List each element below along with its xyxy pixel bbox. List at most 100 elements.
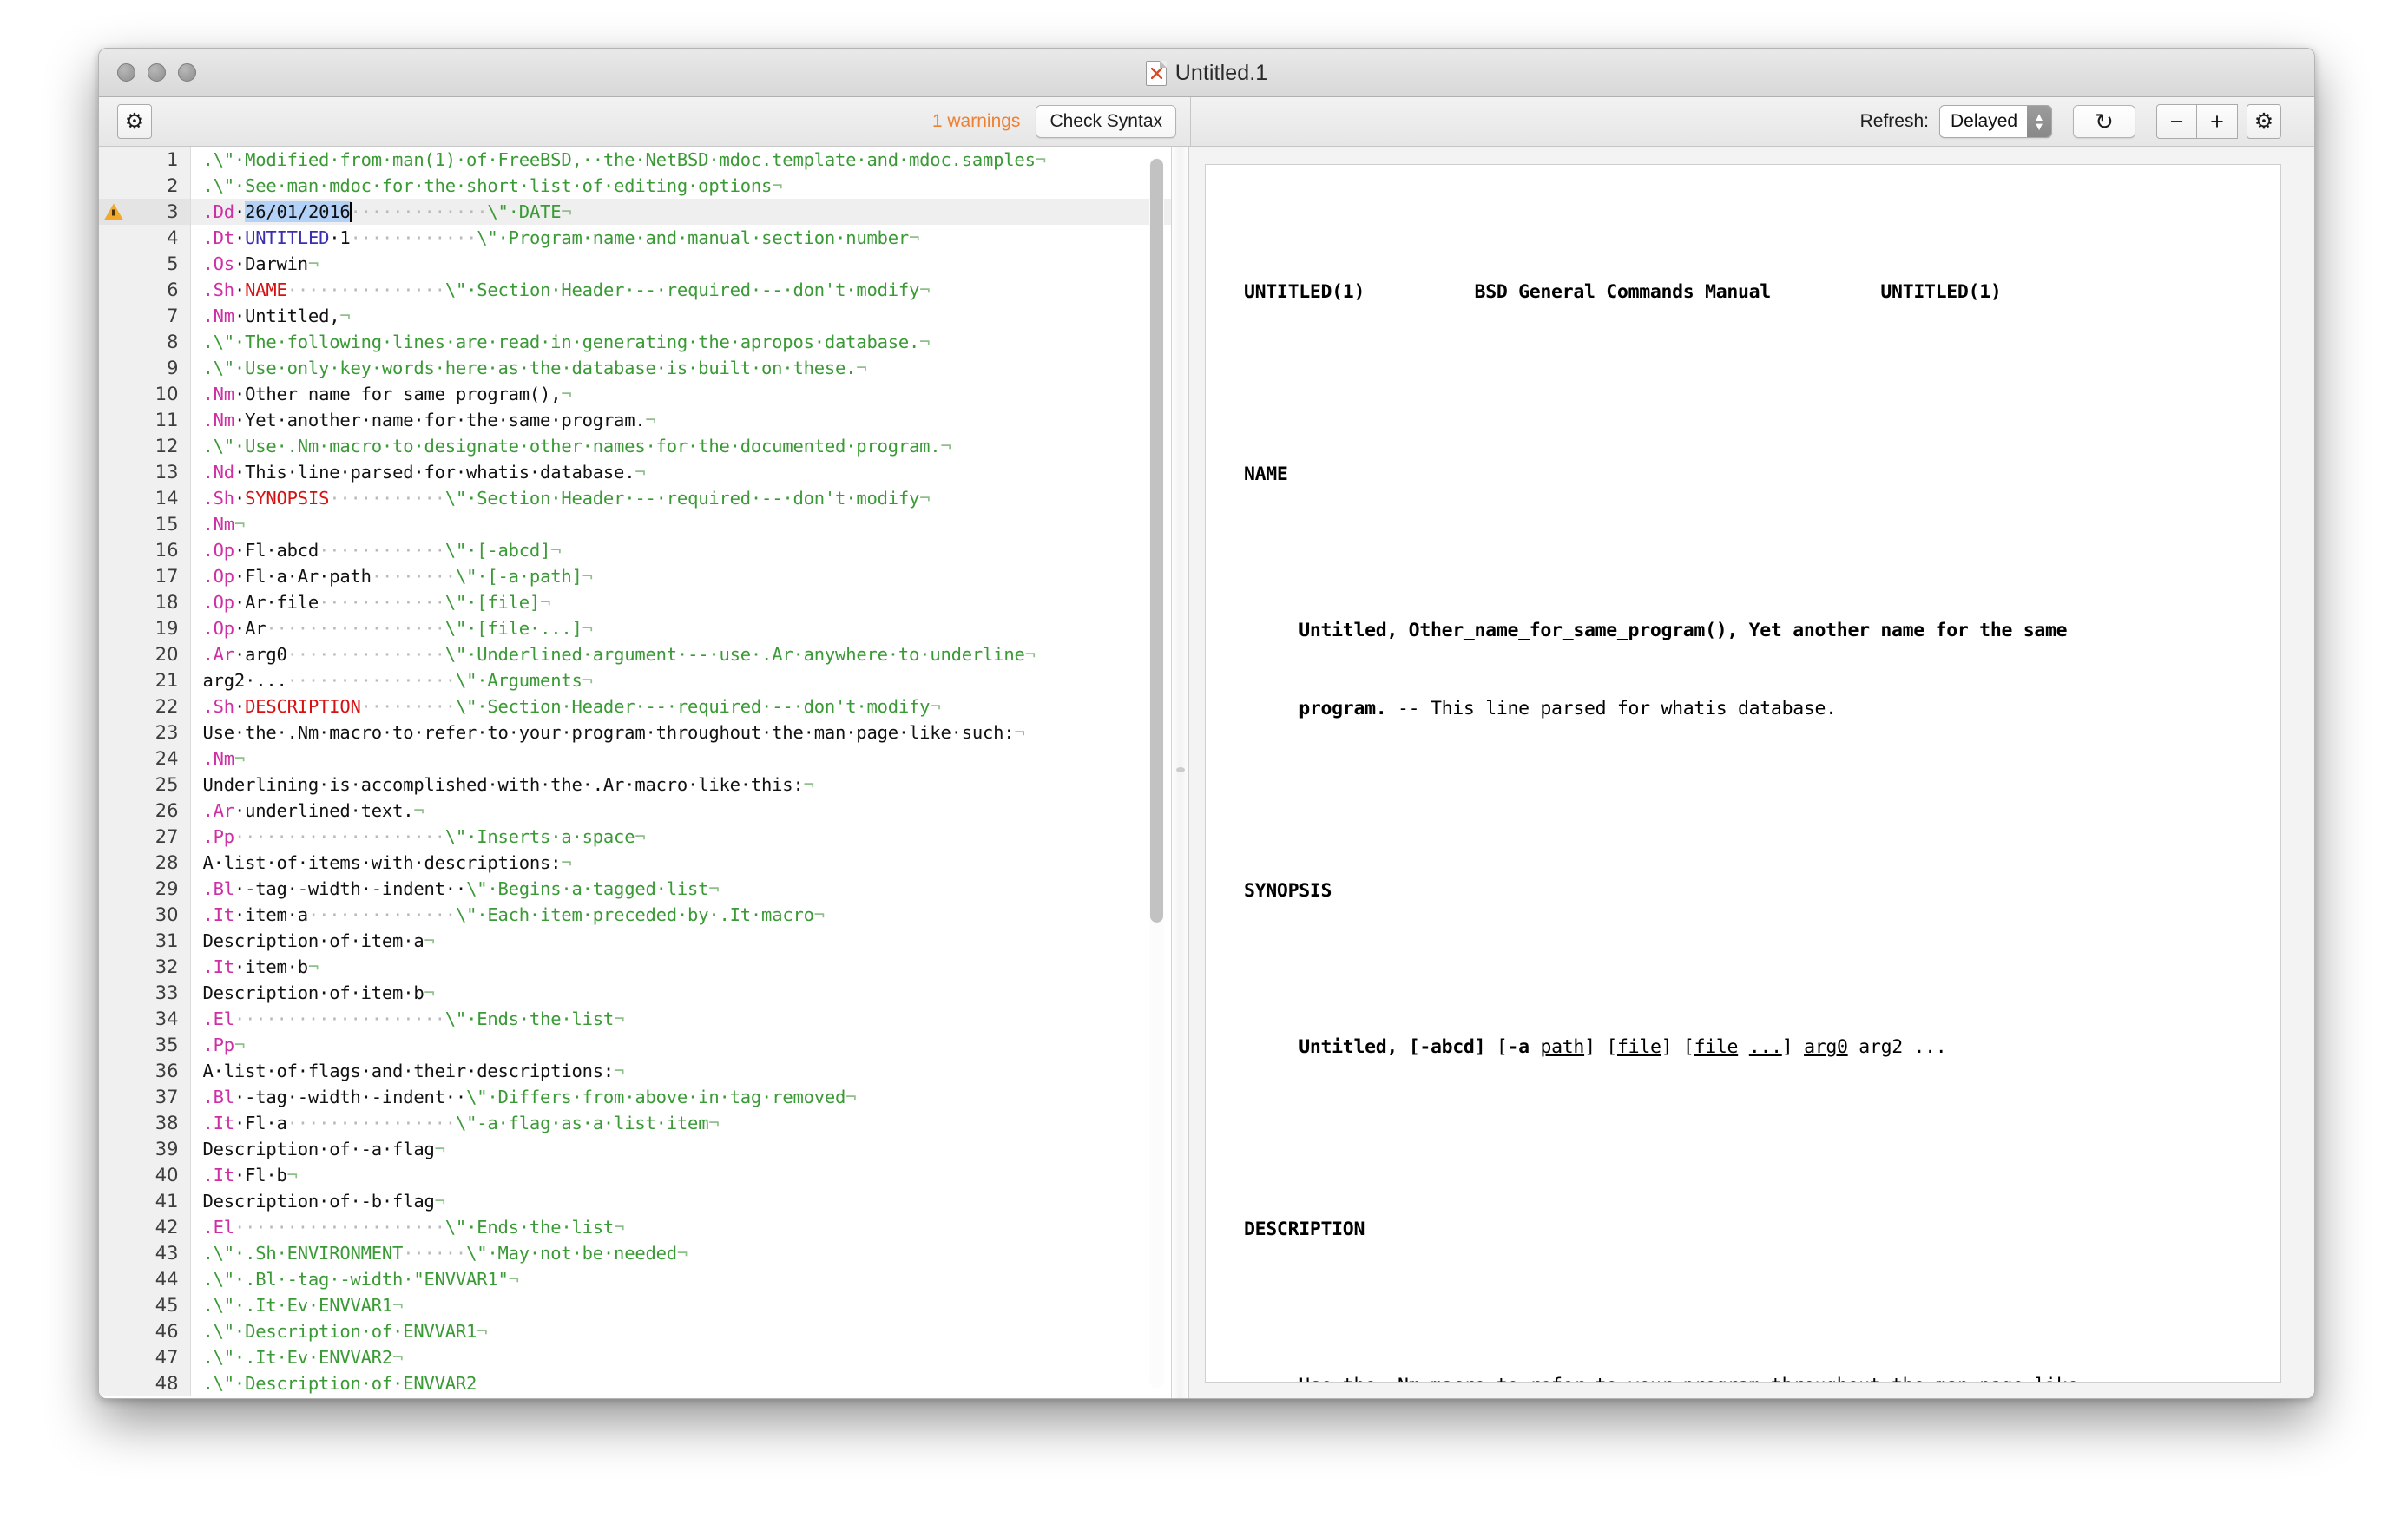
code-line-text[interactable]: .Sh·DESCRIPTION·········\"·Section·Heade… [190,693,1171,719]
code-line-text[interactable]: .Nm¬ [190,746,1171,772]
code-line-row[interactable]: 48.\"·Description·of·ENVVAR2 [99,1370,1171,1396]
code-line-text[interactable]: A·list·of·flags·and·their·descriptions:¬ [190,1058,1171,1084]
zoom-out-button[interactable]: − [2156,104,2197,139]
code-line-text[interactable]: .\"·See·man·mdoc·for·the·short·list·of·e… [190,173,1171,199]
code-line-text[interactable]: Underlining·is·accomplished·with·the·.Ar… [190,772,1171,798]
code-line-row[interactable]: 47.\"·.It·Ev·ENVVAR2¬ [99,1344,1171,1370]
zoom-in-button[interactable]: + [2197,104,2238,139]
code-line-text[interactable]: .Op·Ar·················\"·[file·...]¬ [190,615,1171,641]
code-line-row[interactable]: 30.It·item·a··············\"·Each·item·p… [99,902,1171,928]
code-line-row[interactable]: 24.Nm¬ [99,746,1171,772]
code-line-row[interactable]: 12.\"·Use·.Nm·macro·to·designate·other·n… [99,433,1171,459]
code-line-row[interactable]: 19.Op·Ar·················\"·[file·...]¬ [99,615,1171,641]
warning-icon[interactable] [104,204,123,220]
code-line-row[interactable]: 41Description·of·-b·flag¬ [99,1188,1171,1214]
code-line-row[interactable]: 1.\"·Modified·from·man(1)·of·FreeBSD,··t… [99,147,1171,173]
code-line-text[interactable]: arg2·...················\"·Arguments¬ [190,667,1171,693]
code-line-text[interactable]: Description·of·-a·flag¬ [190,1136,1171,1162]
code-line-text[interactable]: Description·of·item·a¬ [190,928,1171,954]
code-line-row[interactable]: 38.It·Fl·a················\"-a·flag·as·a… [99,1110,1171,1136]
code-line-text[interactable]: .Nm·Yet·another·name·for·the·same·progra… [190,407,1171,433]
code-line-text[interactable]: .Bl·-tag·-width·-indent··\"·Differs·from… [190,1084,1171,1110]
code-line-text[interactable]: .Sh·SYNOPSIS···········\"·Section·Header… [190,485,1171,511]
code-line-row[interactable]: 45.\"·.It·Ev·ENVVAR1¬ [99,1292,1171,1318]
code-line-text[interactable]: Description·of·item·b¬ [190,980,1171,1006]
code-line-text[interactable]: .\"·Use·only·key·words·here·as·the·datab… [190,355,1171,381]
code-line-row[interactable]: 27.Pp····················\"·Inserts·a·sp… [99,824,1171,850]
code-line-row[interactable]: 18.Op·Ar·file············\"·[file]¬ [99,589,1171,615]
code-line-row[interactable]: 39Description·of·-a·flag¬ [99,1136,1171,1162]
code-line-row[interactable]: 29.Bl·-tag·-width·-indent··\"·Begins·a·t… [99,876,1171,902]
code-line-row[interactable]: 15.Nm¬ [99,511,1171,537]
code-line-row[interactable]: 3.Dd·26/01/2016·············\"·DATE¬ [99,199,1171,225]
code-line-row[interactable]: 20.Ar·arg0···············\"·Underlined·a… [99,641,1171,667]
code-line-text[interactable]: .Ar·arg0···············\"·Underlined·arg… [190,641,1171,667]
code-line-text[interactable]: .Nm·Other_name_for_same_program(),¬ [190,381,1171,407]
code-line-text[interactable]: .\"·.Sh·ENVIRONMENT······\"·May·not·be·n… [190,1240,1171,1266]
code-line-row[interactable]: 16.Op·Fl·abcd············\"·[-abcd]¬ [99,537,1171,563]
code-line-text[interactable]: .\"·.Bl·-tag·-width·"ENVVAR1"¬ [190,1266,1171,1292]
code-line-row[interactable]: 33Description·of·item·b¬ [99,980,1171,1006]
code-line-text[interactable]: .Nm¬ [190,511,1171,537]
code-line-row[interactable]: 46.\"·Description·of·ENVVAR1¬ [99,1318,1171,1344]
code-line-row[interactable]: 34.El····················\"·Ends·the·lis… [99,1006,1171,1032]
code-line-row[interactable]: 42.El····················\"·Ends·the·lis… [99,1214,1171,1240]
code-line-text[interactable]: .Os·Darwin¬ [190,251,1171,277]
code-line-text[interactable]: .\"·Description·of·ENVVAR2 [190,1370,1171,1396]
reload-preview-button[interactable]: ↻ [2073,105,2135,138]
code-line-text[interactable]: .It·item·b¬ [190,954,1171,980]
code-line-row[interactable]: 26.Ar·underlined·text.¬ [99,798,1171,824]
code-line-text[interactable]: .Nd·This·line·parsed·for·whatis·database… [190,459,1171,485]
code-line-text[interactable]: .El····················\"·Ends·the·list¬ [190,1214,1171,1240]
code-line-row[interactable]: 28A·list·of·items·with·descriptions:¬ [99,850,1171,876]
splitter-handle[interactable] [1176,767,1185,772]
minimize-button[interactable] [148,63,166,82]
code-line-text[interactable]: .\"·Use·.Nm·macro·to·designate·other·nam… [190,433,1171,459]
code-line-text[interactable]: .Ar·underlined·text.¬ [190,798,1171,824]
code-line-row[interactable]: 8.\"·The·following·lines·are·read·in·gen… [99,329,1171,355]
code-line-row[interactable]: 21arg2·...················\"·Arguments¬ [99,667,1171,693]
code-line-text[interactable]: .Pp¬ [190,1032,1171,1058]
code-line-row[interactable]: 10.Nm·Other_name_for_same_program(),¬ [99,381,1171,407]
code-line-row[interactable]: 31Description·of·item·a¬ [99,928,1171,954]
code-line-row[interactable]: 2.\"·See·man·mdoc·for·the·short·list·of·… [99,173,1171,199]
editor-scrollbar-thumb[interactable] [1150,159,1163,923]
code-line-row[interactable]: 32.It·item·b¬ [99,954,1171,980]
code-line-text[interactable]: .El····················\"·Ends·the·list¬ [190,1006,1171,1032]
code-line-text[interactable]: .\"·The·following·lines·are·read·in·gene… [190,329,1171,355]
code-line-text[interactable]: .It·Fl·b¬ [190,1162,1171,1188]
code-line-text[interactable]: .It·Fl·a················\"-a·flag·as·a·l… [190,1110,1171,1136]
zoom-button[interactable] [178,63,196,82]
code-line-text[interactable]: .Op·Fl·a·Ar·path········\"·[-a·path]¬ [190,563,1171,589]
code-line-text[interactable]: .Op·Fl·abcd············\"·[-abcd]¬ [190,537,1171,563]
code-line-text[interactable]: .Dt·UNTITLED·1············\"·Program·nam… [190,225,1171,251]
code-line-row[interactable]: 35.Pp¬ [99,1032,1171,1058]
code-line-row[interactable]: 40.It·Fl·b¬ [99,1162,1171,1188]
code-line-text[interactable]: .Pp····················\"·Inserts·a·spac… [190,824,1171,850]
code-line-row[interactable]: 36A·list·of·flags·and·their·descriptions… [99,1058,1171,1084]
editor-settings-gear-button[interactable]: ⚙ [117,104,152,139]
code-line-text[interactable]: .Dd·26/01/2016·············\"·DATE¬ [190,199,1171,225]
code-line-text[interactable]: .Bl·-tag·-width·-indent··\"·Begins·a·tag… [190,876,1171,902]
check-syntax-button[interactable]: Check Syntax [1036,105,1176,138]
refresh-mode-select[interactable]: Delayed ▲▼ [1939,105,2052,138]
source-editor-pane[interactable]: 1.\"·Modified·from·man(1)·of·FreeBSD,··t… [99,147,1172,1399]
close-button[interactable] [117,63,135,82]
code-line-row[interactable]: 5.Os·Darwin¬ [99,251,1171,277]
code-line-row[interactable]: 11.Nm·Yet·another·name·for·the·same·prog… [99,407,1171,433]
code-line-text[interactable]: .Nm·Untitled,¬ [190,303,1171,329]
code-line-row[interactable]: 14.Sh·SYNOPSIS···········\"·Section·Head… [99,485,1171,511]
preview-settings-gear-button[interactable]: ⚙ [2247,104,2281,139]
code-line-text[interactable]: .\"·.It·Ev·ENVVAR2¬ [190,1344,1171,1370]
code-line-row[interactable]: 25Underlining·is·accomplished·with·the·.… [99,772,1171,798]
code-line-text[interactable]: A·list·of·items·with·descriptions:¬ [190,850,1171,876]
code-line-text[interactable]: .It·item·a··············\"·Each·item·pre… [190,902,1171,928]
code-line-row[interactable]: 22.Sh·DESCRIPTION·········\"·Section·Hea… [99,693,1171,719]
code-line-text[interactable]: .\"·Description·of·ENVVAR1¬ [190,1318,1171,1344]
editor-scroll-area[interactable]: 1.\"·Modified·from·man(1)·of·FreeBSD,··t… [99,147,1171,1399]
code-line-text[interactable]: Use·the·.Nm·macro·to·refer·to·your·progr… [190,719,1171,746]
code-line-text[interactable]: .Sh·NAME···············\"·Section·Header… [190,277,1171,303]
pane-splitter[interactable] [1172,147,1189,1399]
code-line-row[interactable]: 44.\"·.Bl·-tag·-width·"ENVVAR1"¬ [99,1266,1171,1292]
code-line-text[interactable]: .\"·.It·Ev·ENVVAR1¬ [190,1292,1171,1318]
